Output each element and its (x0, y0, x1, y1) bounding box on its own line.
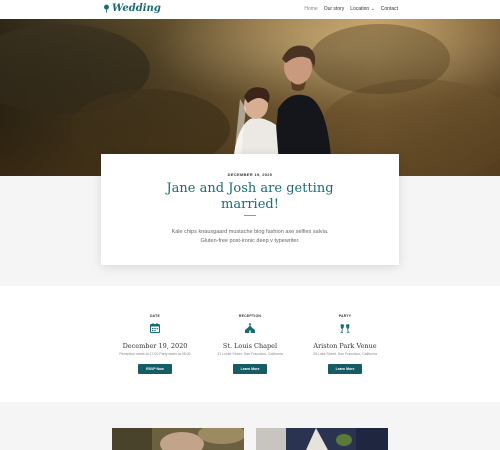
nav-item-location-label: Location (350, 6, 370, 12)
nav-item-contact[interactable]: Contact (381, 6, 398, 12)
event-detail: Reception starts at 17:00 Party starts a… (119, 352, 191, 356)
nav-item-home[interactable]: Home (304, 6, 317, 12)
glasses-icon (340, 324, 350, 333)
card-divider (244, 215, 256, 216)
card-text-line-1: Kale chips knausgaard mustache blog fash… (171, 229, 329, 235)
nav-item-our-story[interactable]: Our story (324, 6, 345, 12)
gallery-photo (256, 428, 388, 450)
chevron-down-icon: ⌄ (370, 6, 375, 12)
card-title: Jane and Josh are getting married! (101, 181, 399, 213)
learn-more-button[interactable]: Learn More (233, 364, 267, 374)
event-detail: 31 Locke Street, San Francisco, Californ… (217, 352, 283, 356)
card-date: DECEMBER 19, 2020 (227, 172, 273, 177)
learn-more-button[interactable]: Learn More (328, 364, 362, 374)
announcement-card: DECEMBER 19, 2020 Jane and Josh are gett… (101, 154, 399, 265)
card-title-line-2: married! (221, 197, 279, 212)
card-title-line-1: Jane and Josh are getting (166, 181, 334, 196)
event-caption: DATE (149, 314, 161, 318)
events-section: DATE December 19, 2020 Reception starts … (0, 286, 500, 402)
event-caption: RECEPTION (238, 314, 262, 318)
event-title: St. Louis Chapel (222, 342, 278, 350)
event-title: Ariston Park Venue (313, 342, 377, 350)
site-logo[interactable]: Wedding (103, 3, 161, 14)
logo-text: Wedding (112, 3, 161, 14)
site-header: Wedding Home Our story Location ⌄ Contac… (0, 0, 500, 19)
event-title: December 19, 2020 (122, 342, 188, 350)
photo-gallery (0, 402, 500, 450)
nav-item-location[interactable]: Location ⌄ (350, 6, 375, 12)
calendar-icon (150, 323, 160, 333)
tree-icon (104, 4, 109, 13)
main-nav: Home Our story Location ⌄ Contact (304, 6, 398, 12)
card-text: Kale chips knausgaard mustache blog fash… (141, 228, 359, 246)
chapel-icon (245, 323, 255, 333)
hero-image (0, 19, 500, 176)
event-caption: PARTY (338, 314, 352, 318)
card-text-line-2: Gluten-free post-ironic deep v typewrite… (200, 238, 300, 244)
event-detail: 29 Lake Street, San Francisco, Californi… (313, 352, 377, 356)
gallery-photo (112, 428, 244, 450)
rsvp-button[interactable]: RSVP Now (138, 364, 172, 374)
